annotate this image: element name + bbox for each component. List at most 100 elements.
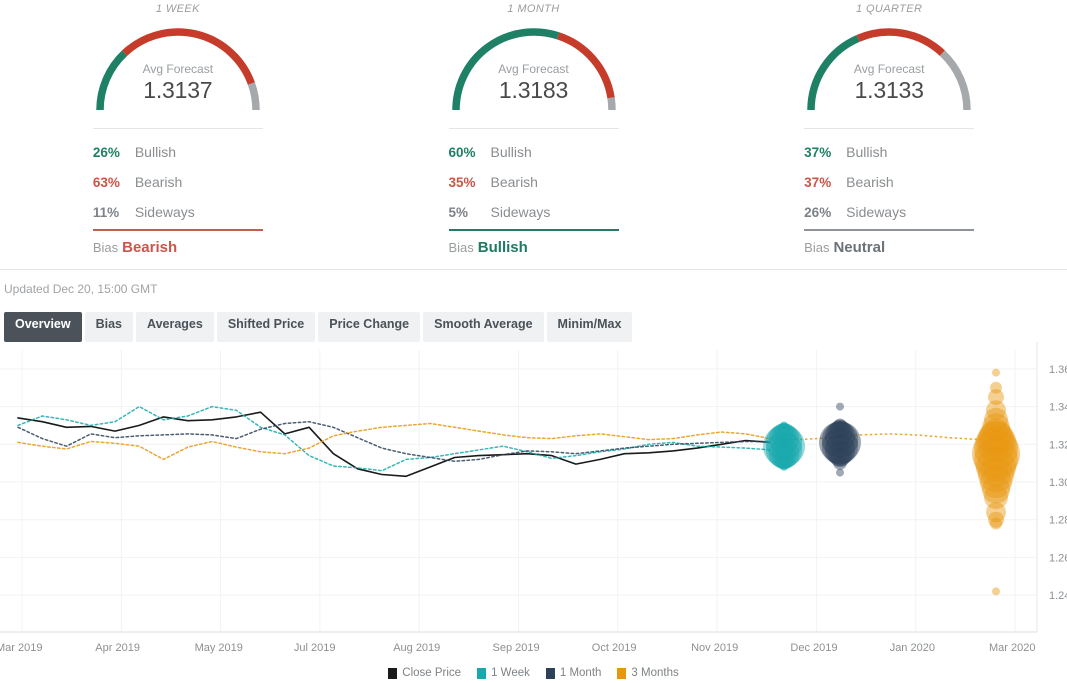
gauge-segment-sideways (606, 97, 616, 111)
forecast-gauge: Avg Forecast 1.3183 (445, 18, 623, 114)
x-axis-tick-label: Dec 2019 (790, 642, 838, 654)
stat-label: Bearish (134, 174, 183, 190)
legend-color-swatch (617, 667, 627, 679)
gauge-segment-bearish (856, 28, 946, 56)
stat-percent: 5% (448, 205, 469, 220)
gauge-segment-sideways (247, 82, 260, 111)
stat-row: 26% Sideways (804, 197, 974, 227)
x-axis-tick-label: Jul 2019 (293, 642, 336, 654)
gauge-segment-bullish (96, 50, 128, 111)
forecast-panels: 1 WEEK Avg Forecast 1.3137 26% Bullish 63% Bea… (0, 0, 1067, 270)
stat-row: 63% Bearish (93, 167, 263, 197)
stat-row: 35% Bearish (449, 167, 619, 197)
gauge-segment-bearish (121, 28, 255, 85)
forecast-gauge: Avg Forecast 1.3133 (800, 18, 978, 114)
bias-row: Bias Bearish (93, 239, 263, 256)
x-axis-tick-label: Nov 2019 (691, 642, 739, 654)
tab-bias[interactable]: Bias (84, 312, 133, 342)
stat-label: Bullish (490, 144, 532, 160)
gauge-segment-bullish (807, 34, 860, 111)
x-axis-tick-label: Mar 2019 (0, 642, 43, 654)
forecast-panel: 1 MONTH Avg Forecast 1.3183 60% Bullish 35% Be… (356, 0, 712, 269)
legend-color-swatch (545, 667, 555, 679)
x-axis-tick-label: Apr 2019 (95, 642, 140, 654)
stat-label: Bearish (490, 174, 538, 190)
y-axis-tick-label: 1.3400 (1049, 402, 1067, 414)
bias-value: Bearish (122, 239, 178, 256)
legend-label: 3 Months (631, 667, 679, 679)
y-axis-tick-label: 1.3000 (1049, 477, 1067, 489)
forecast-bubble (990, 517, 1002, 530)
bias-label: Bias (92, 240, 119, 255)
tab-shifted-price[interactable]: Shifted Price (216, 312, 316, 342)
bias-divider (92, 229, 263, 231)
panel-period-title: 1 QUARTER (856, 3, 923, 15)
stat-label: Sideways (490, 204, 551, 220)
chart-x-axis: Mar 2019 Apr 2019 May 2019 Jul 2019 Aug 2019… (0, 642, 1067, 662)
y-axis-tick-label: 1.3600 (1049, 364, 1067, 376)
bias-row: Bias Neutral (804, 239, 974, 256)
stat-row: 26% Bullish (93, 137, 263, 167)
forecast-bubble (992, 368, 1000, 377)
sentiment-stats: 26% Bullish 63% Bearish 11% Sideways (92, 128, 263, 227)
stat-row: 37% Bearish (804, 167, 974, 197)
sentiment-stats: 60% Bullish 35% Bearish 5% Sideways (448, 128, 619, 227)
stat-row: 60% Bullish (449, 137, 619, 167)
forecast-gauge: Avg Forecast 1.3137 (89, 18, 267, 114)
forecast-dashboard: 1 WEEK Avg Forecast 1.3137 26% Bullish 63% Bea… (0, 0, 1067, 683)
tab-averages[interactable]: Averages (136, 312, 214, 342)
x-axis-tick-label: May 2019 (194, 642, 243, 654)
bias-divider (804, 229, 975, 231)
stat-percent: 26% (92, 145, 120, 160)
x-axis-tick-label: Sep 2019 (492, 642, 540, 654)
bias-label: Bias (448, 240, 474, 255)
forecast-panel: 1 QUARTER Avg Forecast 1.3133 37% Bullish 37%… (711, 0, 1067, 269)
tab-overview[interactable]: Overview (4, 312, 82, 342)
stat-label: Bearish (846, 174, 894, 190)
legend-item[interactable]: Close Price (388, 667, 461, 679)
tab-smooth-average[interactable]: Smooth Average (423, 312, 544, 342)
forecast-bubble (780, 462, 788, 471)
legend-item[interactable]: 1 Month (545, 667, 602, 679)
forecast-bubble-cluster-1-week[interactable] (763, 421, 805, 471)
stat-label: Bullish (846, 144, 888, 160)
forecast-bubble (992, 587, 1000, 596)
stat-percent: 26% (804, 205, 832, 220)
chart-tab-bar: Overview Bias Averages Shifted Price Price C… (0, 304, 1067, 342)
stat-row: 11% Sideways (93, 197, 263, 227)
legend-color-swatch (477, 667, 487, 679)
stat-percent: 60% (448, 145, 476, 160)
sentiment-stats: 37% Bullish 37% Bearish 26% Sideways (804, 128, 975, 227)
y-axis-tick-label: 1.2800 (1049, 515, 1067, 527)
forecast-bubble (836, 402, 844, 411)
legend-item[interactable]: 3 Months (617, 667, 679, 679)
gauge-segment-sideways (939, 50, 971, 111)
bias-row: Bias Bullish (449, 239, 619, 256)
stat-label: Bullish (134, 144, 177, 160)
stat-row: 37% Bullish (804, 137, 974, 167)
y-axis-tick-label: 1.2600 (1049, 552, 1067, 564)
legend-label: 1 Week (491, 667, 530, 679)
series-line-3-months (17, 422, 771, 461)
panel-period-title: 1 WEEK (155, 3, 200, 15)
panel-period-title: 1 MONTH (507, 3, 560, 15)
stat-percent: 37% (804, 175, 832, 190)
forecast-bubble-cluster-1-month[interactable] (819, 402, 861, 477)
forecast-panel: 1 WEEK Avg Forecast 1.3137 26% Bullish 63% Bea… (0, 0, 356, 269)
tab-price-change[interactable]: Price Change (318, 312, 421, 342)
x-axis-tick-label: Aug 2019 (393, 642, 441, 654)
legend-item[interactable]: 1 Week (477, 667, 530, 679)
stat-percent: 11% (92, 205, 120, 220)
legend-label: 1 Month (559, 667, 602, 679)
y-axis-tick-label: 1.2400 (1049, 590, 1067, 602)
y-axis-tick-label: 1.3200 (1049, 439, 1067, 451)
bias-label: Bias (804, 240, 830, 255)
forecast-chart[interactable]: 1.3600 1.3400 1.3200 1.3000 1.2800 1.2600 1.24… (0, 342, 1067, 642)
chart-legend: Close Price 1 Week 1 Month 3 Months (0, 664, 1067, 682)
x-axis-tick-label: Oct 2019 (591, 642, 637, 654)
stat-percent: 63% (92, 175, 120, 190)
stat-percent: 35% (448, 175, 476, 190)
bias-divider (448, 229, 619, 231)
tab-minim-max[interactable]: Minim/Max (546, 312, 633, 342)
legend-color-swatch (388, 667, 398, 679)
